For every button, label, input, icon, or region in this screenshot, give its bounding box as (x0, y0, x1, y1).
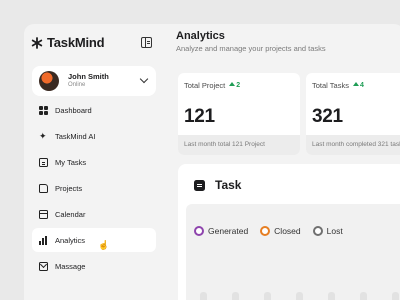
chart-bar (392, 292, 399, 300)
sidebar-item-label: Analytics (55, 235, 86, 245)
page-subtitle: Analyze and manage your projects and tas… (176, 44, 326, 53)
stat-footer: Last month completed 321 tasks (306, 135, 400, 155)
user-status: Online (68, 82, 86, 88)
stat-card-total-tasks[interactable]: Total Tasks 4 321 Last month completed 3… (306, 73, 400, 155)
file-icon (39, 183, 48, 193)
sidebar: TaskMind John Smith Online Dashboard ✦ T… (24, 24, 162, 300)
sidebar-item-label: Calendar (55, 209, 86, 219)
stat-label: Total Tasks (312, 81, 349, 90)
chart-bar (232, 292, 239, 300)
legend-item-closed[interactable]: Closed (260, 226, 301, 236)
brand: TaskMind (31, 35, 105, 50)
stat-footer: Last month total 121 Project (178, 135, 300, 155)
chevron-down-icon (139, 74, 149, 84)
calendar-icon (39, 209, 48, 219)
legend-label: Generated (208, 226, 249, 236)
sidebar-item-label: My Tasks (55, 157, 87, 167)
stat-delta-value: 4 (359, 82, 364, 89)
hand-cursor-icon: ☝ (98, 240, 110, 250)
stat-card-header: Total Tasks 4 (312, 81, 364, 90)
sidebar-item-label: Massage (55, 261, 86, 271)
sidebar-item-massage[interactable]: Massage (32, 254, 156, 278)
sidebar-item-label: Dashboard (55, 105, 92, 115)
chart-legend: Generated Closed Lost (194, 226, 343, 236)
clipboard-icon (39, 157, 48, 167)
sidebar-item-label: TaskMind AI (55, 131, 96, 141)
mail-icon (39, 261, 48, 271)
task-icon (194, 180, 205, 191)
main-content: Analytics Analyze and manage your projec… (176, 24, 400, 300)
task-chart: Generated Closed Lost (186, 204, 400, 300)
chart-bar (296, 292, 303, 300)
bar-chart-icon (39, 235, 48, 245)
legend-label: Closed (274, 226, 301, 236)
legend-dot-icon (194, 226, 204, 236)
sparkle-icon: ✦ (39, 130, 47, 141)
sidebar-toggle-icon[interactable] (141, 37, 152, 48)
trend-up-icon (229, 82, 236, 86)
sidebar-nav: Dashboard ✦ TaskMind AI My Tasks Project… (32, 98, 156, 280)
sidebar-item-taskmind-ai[interactable]: ✦ TaskMind AI (32, 124, 156, 148)
stat-value: 121 (184, 106, 215, 127)
sidebar-item-analytics[interactable]: Analytics ☝ (32, 228, 156, 252)
legend-item-lost[interactable]: Lost (312, 226, 343, 236)
stat-card-header: Total Project 2 (184, 81, 240, 90)
page-title: Analytics (176, 30, 225, 42)
chart-bar (264, 292, 271, 300)
app-window: TaskMind John Smith Online Dashboard ✦ T… (24, 24, 400, 300)
brand-name: TaskMind (47, 35, 105, 50)
sidebar-item-my-tasks[interactable]: My Tasks (32, 150, 156, 174)
stat-delta-value: 2 (236, 82, 241, 89)
stat-value: 321 (312, 106, 343, 127)
trend-up-icon (352, 82, 359, 86)
stat-delta: 2 (229, 82, 240, 89)
task-panel-title: Task (215, 178, 242, 192)
stat-label: Total Project (184, 81, 226, 90)
avatar (39, 71, 59, 91)
legend-item-generated[interactable]: Generated (194, 226, 248, 236)
legend-label: Lost (326, 226, 343, 236)
dashboard-icon (39, 105, 48, 115)
sidebar-item-projects[interactable]: Projects (32, 176, 156, 200)
legend-dot-icon (260, 226, 271, 236)
sidebar-item-label: Projects (55, 183, 83, 193)
stat-delta: 4 (352, 82, 364, 89)
stat-card-total-project[interactable]: Total Project 2 121 Last month total 121… (178, 73, 300, 155)
chart-bar (328, 292, 335, 300)
task-panel: Task Generated Closed Lost (178, 164, 400, 300)
sidebar-item-calendar[interactable]: Calendar (32, 202, 156, 226)
user-name: John Smith (68, 72, 109, 81)
legend-dot-icon (312, 226, 323, 236)
chart-bar (200, 292, 207, 300)
user-switcher[interactable]: John Smith Online (32, 66, 156, 96)
logo-icon (31, 36, 43, 49)
chart-bar (360, 292, 367, 300)
sidebar-item-dashboard[interactable]: Dashboard (32, 98, 156, 122)
